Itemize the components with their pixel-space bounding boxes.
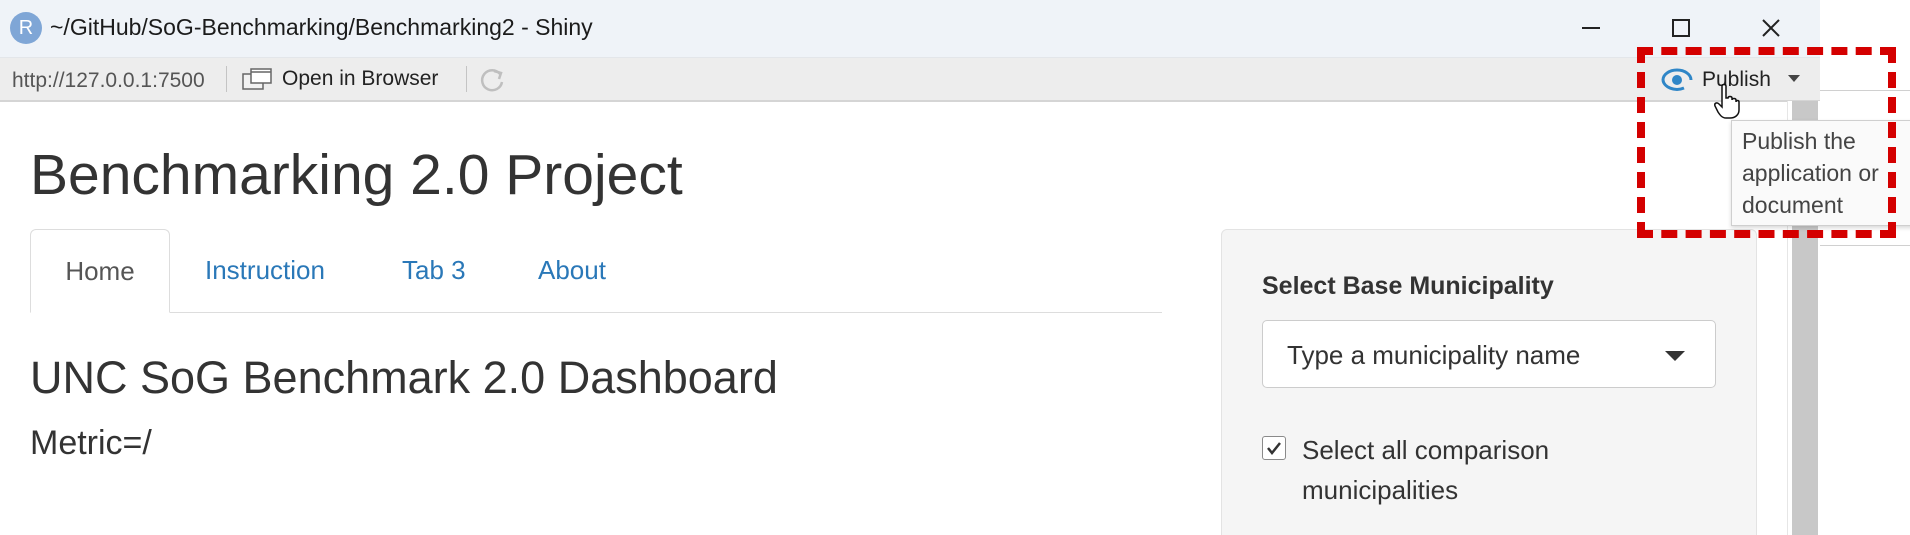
tab-3[interactable]: Tab 3: [402, 229, 466, 311]
refresh-icon: [480, 69, 504, 92]
annotation-box: [1637, 47, 1896, 238]
minimize-button[interactable]: [1556, 6, 1626, 50]
maximize-icon: [1672, 19, 1690, 37]
refresh-button[interactable]: [478, 65, 510, 95]
sidebar-panel: Select Base Municipality Type a municipa…: [1221, 229, 1757, 535]
close-icon: [1762, 19, 1780, 37]
divider: [1820, 245, 1910, 246]
toolbar-separator: [466, 66, 467, 92]
open-in-browser-button[interactable]: Open in Browser: [242, 64, 438, 94]
open-browser-icon: [242, 68, 272, 90]
select-label: Select Base Municipality: [1262, 272, 1554, 300]
tab-bar: Home Instruction Tab 3 About: [30, 229, 1162, 313]
municipality-select[interactable]: Type a municipality name: [1262, 320, 1716, 388]
viewer-toolbar: http://127.0.0.1:7500 Open in Browser Pu…: [0, 58, 1820, 102]
select-all-label[interactable]: Select all comparison municipalities: [1302, 430, 1632, 510]
title-bar: R ~/GitHub/SoG-Benchmarking/Benchmarking…: [0, 0, 1820, 58]
window-title: ~/GitHub/SoG-Benchmarking/Benchmarking2 …: [50, 14, 593, 40]
select-placeholder: Type a municipality name: [1287, 340, 1581, 370]
tab-home[interactable]: Home: [30, 229, 170, 313]
metric-text: Metric=/: [30, 424, 152, 462]
r-logo-icon: R: [10, 12, 42, 44]
tab-about[interactable]: About: [538, 229, 606, 311]
minimize-icon: [1582, 27, 1600, 29]
app-title: Benchmarking 2.0 Project: [30, 143, 683, 207]
url-text[interactable]: http://127.0.0.1:7500: [12, 69, 205, 93]
open-in-browser-label: Open in Browser: [282, 67, 439, 90]
select-all-checkbox[interactable]: [1262, 436, 1286, 460]
checkmark-icon: [1267, 442, 1281, 456]
tab-instruction[interactable]: Instruction: [205, 229, 325, 311]
dashboard-title: UNC SoG Benchmark 2.0 Dashboard: [30, 352, 778, 403]
maximize-button[interactable]: [1646, 6, 1716, 50]
shiny-window: R ~/GitHub/SoG-Benchmarking/Benchmarking…: [0, 0, 1820, 535]
caret-down-icon: [1665, 351, 1685, 361]
close-button[interactable]: [1736, 6, 1806, 50]
toolbar-separator: [226, 66, 227, 92]
